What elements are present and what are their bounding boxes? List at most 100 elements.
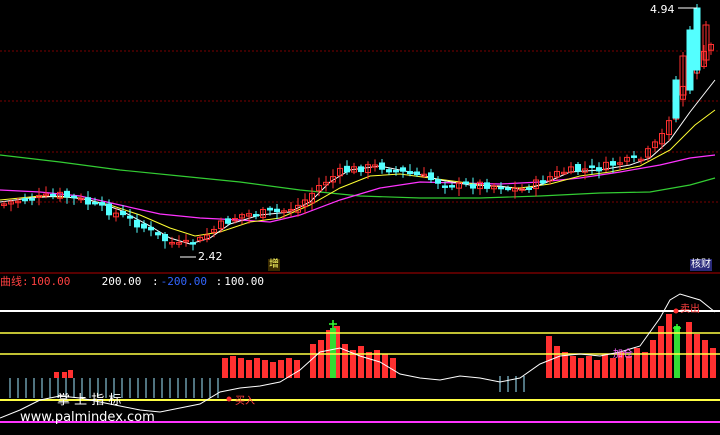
candle-body bbox=[672, 79, 680, 119]
candle-body bbox=[29, 198, 35, 201]
candle-body bbox=[442, 185, 448, 188]
watermark-url[interactable]: www.palmindex.com bbox=[20, 410, 155, 425]
indicator-bar bbox=[278, 360, 284, 378]
candle-body bbox=[50, 193, 56, 197]
legend-sep-3: : bbox=[152, 275, 159, 288]
indicator-bar bbox=[666, 314, 672, 378]
candle-body bbox=[92, 201, 98, 205]
indicator-bar bbox=[230, 356, 236, 378]
candle-body bbox=[470, 183, 476, 189]
indicator-bar bbox=[68, 370, 73, 378]
legend-name: 曲线: bbox=[0, 275, 29, 288]
candle-body bbox=[386, 169, 392, 173]
indicator-bar bbox=[578, 358, 584, 378]
legend-value-3: -200.00 bbox=[160, 275, 207, 288]
candle-body bbox=[400, 167, 406, 172]
candle-body bbox=[498, 186, 504, 190]
indicator-bar bbox=[62, 372, 67, 378]
candle-body bbox=[155, 232, 161, 236]
candle-body bbox=[526, 187, 532, 191]
legend-sep-4: : bbox=[215, 275, 223, 288]
indicator-bar bbox=[254, 358, 260, 378]
candle-body bbox=[596, 167, 602, 172]
indicator-bar bbox=[658, 326, 664, 378]
tag-financial[interactable]: 核财 bbox=[690, 259, 712, 271]
sell-marker bbox=[673, 308, 679, 314]
indicator-bar-green bbox=[674, 326, 680, 378]
candle-body bbox=[267, 207, 273, 211]
indicator-bar bbox=[694, 334, 700, 378]
candle-body bbox=[274, 208, 280, 213]
indicator-bar bbox=[246, 360, 252, 378]
candle-body bbox=[686, 29, 694, 91]
indicator-bar bbox=[222, 358, 228, 378]
indicator-bar bbox=[294, 360, 300, 378]
price-grid bbox=[0, 50, 720, 203]
signal-sell: 卖出 bbox=[680, 304, 700, 315]
candle-body bbox=[463, 181, 469, 185]
indicator-bar bbox=[270, 362, 276, 378]
candle-body bbox=[505, 187, 511, 191]
ma-60-line bbox=[0, 154, 716, 199]
candle-body bbox=[141, 223, 147, 229]
candle-body bbox=[610, 161, 616, 166]
stock-chart-canvas bbox=[0, 4, 720, 423]
indicator-bar bbox=[634, 348, 640, 378]
price-high-label: 4.94 bbox=[650, 3, 675, 16]
indicator-bars bbox=[9, 314, 716, 398]
candle-body bbox=[540, 180, 546, 184]
candlesticks bbox=[1, 4, 714, 258]
candle-body bbox=[64, 190, 70, 198]
indicator-bar bbox=[710, 348, 716, 378]
indicator-bar bbox=[318, 340, 324, 378]
indicator-bar bbox=[586, 356, 592, 378]
candle-body bbox=[449, 185, 455, 188]
candle-body bbox=[358, 166, 364, 173]
indicator-bar bbox=[310, 344, 316, 378]
candle-body bbox=[379, 162, 385, 170]
candle-body bbox=[162, 233, 168, 242]
candle-body bbox=[253, 214, 259, 217]
candle-body bbox=[631, 155, 637, 158]
candle-body bbox=[134, 219, 140, 228]
candle-body bbox=[120, 211, 126, 216]
indicator-bar bbox=[54, 372, 59, 378]
indicator-bar bbox=[546, 336, 552, 378]
indicator-bar bbox=[358, 346, 364, 378]
legend-value-4: 100.00 bbox=[224, 275, 264, 288]
candle-body bbox=[484, 182, 490, 189]
candle-body bbox=[435, 179, 441, 184]
candle-body bbox=[428, 172, 434, 181]
candle-body bbox=[106, 203, 112, 216]
indicator-bar bbox=[238, 358, 244, 378]
indicator-bar bbox=[570, 356, 576, 378]
candle-body bbox=[22, 198, 28, 202]
candle-body bbox=[414, 171, 420, 176]
candle-body bbox=[225, 218, 231, 224]
signal-buy: 买入 bbox=[235, 396, 255, 407]
indicator-bar bbox=[262, 360, 268, 378]
candle-body bbox=[393, 169, 399, 173]
candle-body bbox=[71, 195, 77, 199]
candle-body bbox=[407, 171, 413, 175]
indicator-bar-green bbox=[330, 328, 336, 378]
ma-10-line bbox=[0, 109, 716, 237]
indicator-bar bbox=[686, 322, 692, 378]
legend-value-1: 100.00 bbox=[30, 275, 71, 288]
indicator-bar bbox=[642, 352, 648, 378]
indicator-bar bbox=[602, 354, 608, 378]
legend-sep-2: : bbox=[93, 275, 100, 288]
candle-body bbox=[148, 226, 154, 231]
indicator-bar bbox=[594, 360, 600, 378]
tag-zeng[interactable]: 增 bbox=[268, 259, 280, 271]
candle-body bbox=[127, 215, 133, 219]
legend-value-2: 200.00 bbox=[101, 275, 142, 288]
signal-add: 加仓 bbox=[613, 349, 633, 360]
indicator-bar bbox=[554, 346, 560, 378]
indicator-bar bbox=[610, 358, 616, 378]
buy-marker bbox=[226, 396, 232, 402]
candle-body bbox=[693, 7, 701, 71]
watermark-cn: 掌 上 指 标 bbox=[57, 393, 122, 408]
candle-body bbox=[589, 165, 595, 168]
candle-body bbox=[344, 165, 350, 173]
